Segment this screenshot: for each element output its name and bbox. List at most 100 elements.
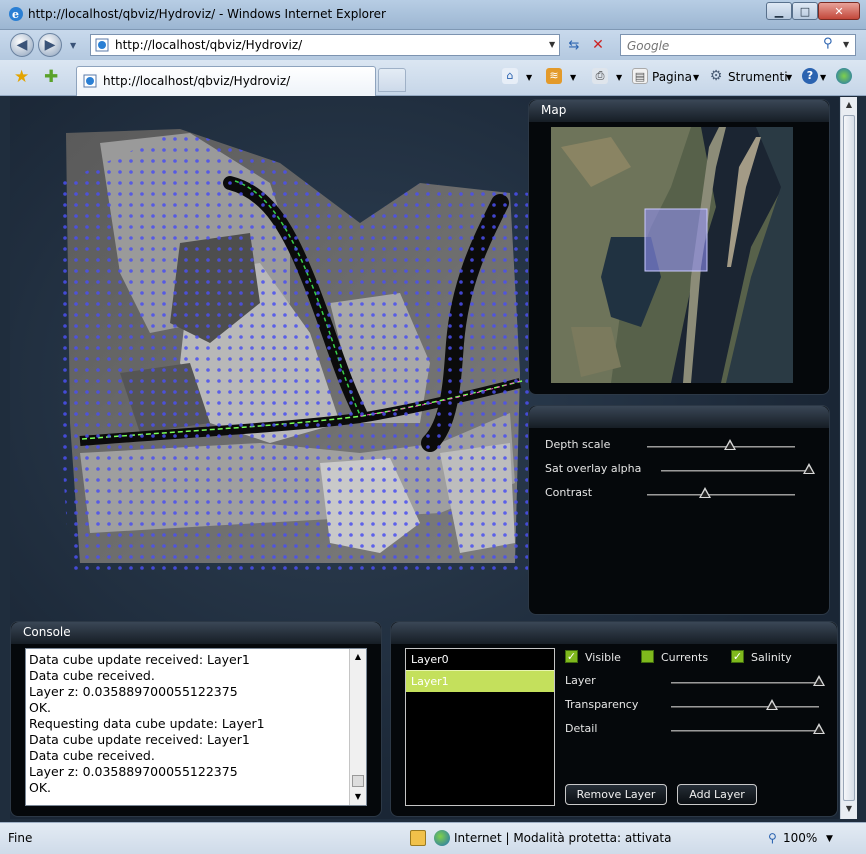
help-dropdown-icon[interactable]: ▼ bbox=[820, 73, 826, 82]
console-line: Layer z: 0.035889700055122375 bbox=[29, 684, 238, 699]
status-bar: Fine Internet | Modalità protetta: attiv… bbox=[0, 822, 866, 854]
tools-gear-icon[interactable]: ⚙ bbox=[708, 68, 724, 84]
layer-slider-thumb[interactable] bbox=[813, 723, 825, 734]
console-scroll-down-icon[interactable]: ▼ bbox=[351, 790, 365, 804]
map-panel-title: Map bbox=[541, 103, 567, 117]
layer-slider-track[interactable] bbox=[671, 730, 819, 732]
layer-list[interactable]: Layer0 Layer1 bbox=[405, 648, 555, 806]
favorites-star-icon[interactable]: ★ bbox=[14, 68, 29, 86]
zoom-dropdown-icon[interactable]: ▼ bbox=[826, 834, 833, 844]
setting-slider-track[interactable] bbox=[661, 470, 809, 472]
tab-label: http://localhost/qbviz/Hydroviz/ bbox=[103, 74, 291, 88]
new-tab-button[interactable] bbox=[378, 68, 406, 92]
zoom-icon[interactable]: ⚲ bbox=[768, 831, 777, 845]
back-button[interactable]: ◀ bbox=[10, 33, 34, 57]
scroll-up-icon[interactable]: ▲ bbox=[841, 97, 857, 113]
page-menu-icon[interactable]: ▤ bbox=[632, 68, 648, 84]
stop-icon[interactable]: ✕ bbox=[590, 37, 606, 53]
console-line: Layer z: 0.035889700055122375 bbox=[29, 764, 238, 779]
page-scrollbar[interactable]: ▲ ▼ bbox=[840, 97, 857, 819]
layer-slider-track[interactable] bbox=[671, 682, 819, 684]
setting-slider-track[interactable] bbox=[647, 494, 795, 496]
feeds-icon[interactable]: ≋ bbox=[546, 68, 562, 84]
viewport-selection[interactable] bbox=[644, 208, 708, 272]
console-log[interactable]: Data cube update received: Layer1 Data cu… bbox=[25, 648, 367, 806]
layer-list-item[interactable]: Layer1 bbox=[406, 670, 554, 692]
console-line: OK. bbox=[29, 780, 52, 795]
setting-slider-thumb[interactable] bbox=[698, 487, 711, 498]
console-scrollbar[interactable]: ▲ ▼ bbox=[349, 649, 366, 805]
feeds-dropdown-icon[interactable]: ▼ bbox=[570, 73, 576, 82]
page-menu[interactable]: Pagina bbox=[652, 70, 692, 84]
console-title: Console bbox=[23, 625, 71, 639]
search-icon[interactable]: ⚲ bbox=[823, 36, 833, 51]
layer-slider-thumb[interactable] bbox=[765, 699, 778, 710]
internet-globe-icon bbox=[434, 830, 450, 846]
layer-checkbox[interactable]: ✓ bbox=[565, 650, 578, 663]
address-bar[interactable]: http://localhost/qbviz/Hydroviz/ ▼ bbox=[90, 34, 560, 56]
setting-slider-track[interactable] bbox=[647, 446, 795, 448]
setting-slider-thumb[interactable] bbox=[723, 439, 736, 450]
console-scroll-thumb[interactable] bbox=[352, 775, 364, 787]
layer-slider-label: Layer bbox=[565, 674, 596, 687]
settings-panel-header bbox=[529, 406, 829, 428]
window-title: http://localhost/qbviz/Hydroviz/ - Windo… bbox=[28, 7, 386, 21]
print-icon[interactable]: ⎙ bbox=[592, 68, 608, 84]
layer-checkbox-label: Currents bbox=[661, 651, 709, 664]
scroll-down-icon[interactable]: ▼ bbox=[841, 801, 857, 817]
satellite-map[interactable] bbox=[551, 127, 793, 383]
zoom-level[interactable]: 100% bbox=[783, 831, 817, 845]
page-menu-dropdown-icon[interactable]: ▼ bbox=[693, 73, 699, 82]
tools-menu[interactable]: Strumenti bbox=[728, 70, 788, 84]
add-layer-button[interactable]: Add Layer bbox=[677, 784, 757, 805]
search-options-icon[interactable]: ▼ bbox=[843, 40, 849, 49]
console-scroll-up-icon[interactable]: ▲ bbox=[351, 650, 365, 664]
setting-slider-label: Contrast bbox=[545, 486, 593, 499]
help-icon[interactable]: ? bbox=[802, 68, 818, 84]
layer-checkbox-label: Salinity bbox=[751, 651, 792, 664]
console-panel: Console Data cube update received: Layer… bbox=[10, 621, 382, 817]
add-favorite-icon[interactable]: ✚ bbox=[44, 68, 58, 86]
tools-dropdown-icon[interactable]: ▼ bbox=[786, 73, 792, 82]
console-line: Requesting data cube update: Layer1 bbox=[29, 716, 265, 731]
search-box[interactable]: ⚲ ▼ bbox=[620, 34, 856, 56]
console-line: Data cube update received: Layer1 bbox=[29, 652, 250, 667]
page-content: Map Depth scale Sat overlay alpha Contrast… bbox=[10, 97, 839, 819]
setting-slider-label: Sat overlay alpha bbox=[545, 462, 642, 475]
maximize-button[interactable]: □ bbox=[792, 2, 818, 20]
layer-checkbox[interactable]: ✓ bbox=[731, 650, 744, 663]
console-line: Data cube update received: Layer1 bbox=[29, 732, 250, 747]
refresh-icon[interactable]: ⇆ bbox=[566, 38, 582, 54]
console-line: Data cube received. bbox=[29, 748, 155, 763]
home-icon[interactable]: ⌂ bbox=[502, 68, 518, 84]
terrain-render[interactable] bbox=[60, 123, 530, 583]
home-dropdown-icon[interactable]: ▼ bbox=[526, 73, 532, 82]
scroll-thumb[interactable] bbox=[843, 115, 855, 801]
history-dropdown-icon[interactable]: ▼ bbox=[70, 41, 76, 50]
forward-button[interactable]: ▶ bbox=[38, 33, 62, 57]
print-dropdown-icon[interactable]: ▼ bbox=[616, 73, 622, 82]
terrain-viewport[interactable] bbox=[60, 123, 530, 583]
tab-page-icon bbox=[83, 74, 97, 88]
address-dropdown-icon[interactable]: ▼ bbox=[549, 40, 555, 49]
satellite-image bbox=[551, 127, 793, 383]
tab-row: ★ ✚ http://localhost/qbviz/Hydroviz/ ⌂ ▼… bbox=[0, 60, 866, 96]
layer-slider-track[interactable] bbox=[671, 706, 819, 708]
console-line: OK. bbox=[29, 700, 52, 715]
layer-slider-thumb[interactable] bbox=[813, 675, 825, 686]
minimize-button[interactable]: ▁ bbox=[766, 2, 792, 20]
search-input[interactable] bbox=[625, 37, 819, 55]
close-button[interactable]: ✕ bbox=[818, 2, 860, 20]
layer-checkbox[interactable]: ✓ bbox=[641, 650, 654, 663]
protected-mode-icon[interactable] bbox=[410, 830, 426, 846]
layers-panel-header bbox=[391, 622, 837, 644]
tab-hydroviz[interactable]: http://localhost/qbviz/Hydroviz/ bbox=[76, 66, 376, 96]
setting-slider-thumb[interactable] bbox=[803, 463, 815, 474]
address-row: ◀ ▶ ▼ http://localhost/qbviz/Hydroviz/ ▼… bbox=[0, 30, 866, 60]
remove-layer-button[interactable]: Remove Layer bbox=[565, 784, 667, 805]
map-panel-header: Map bbox=[529, 100, 829, 122]
map-panel: Map bbox=[528, 99, 830, 395]
setting-slider-label: Depth scale bbox=[545, 438, 611, 451]
research-icon[interactable] bbox=[836, 68, 852, 84]
layer-list-item[interactable]: Layer0 bbox=[406, 649, 554, 670]
